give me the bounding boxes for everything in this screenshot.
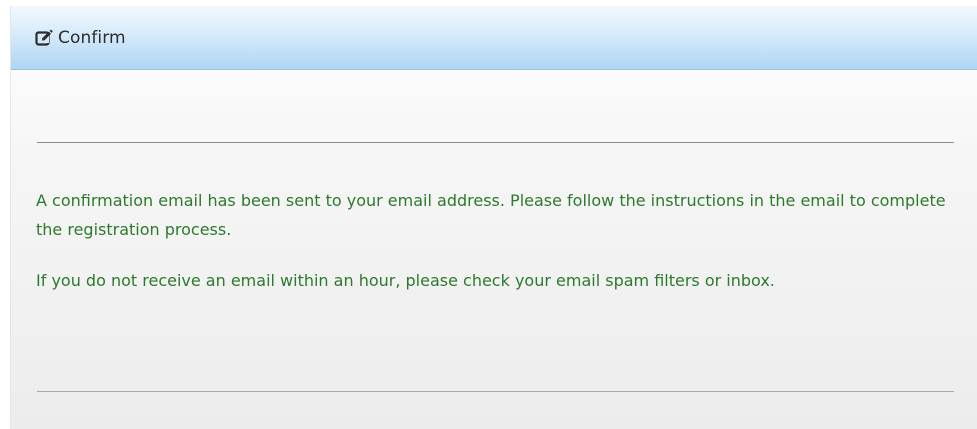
divider-top: [37, 142, 954, 143]
confirmation-message: A confirmation email has been sent to yo…: [36, 191, 946, 239]
dialog-header: Confirm: [11, 6, 977, 70]
divider-bottom: [37, 391, 954, 392]
confirm-dialog: Confirm A confirmation email has been se…: [10, 6, 977, 429]
edit-icon: [35, 29, 53, 47]
spam-notice-message: If you do not receive an email within an…: [36, 271, 775, 290]
dialog-title: Confirm: [58, 27, 126, 48]
